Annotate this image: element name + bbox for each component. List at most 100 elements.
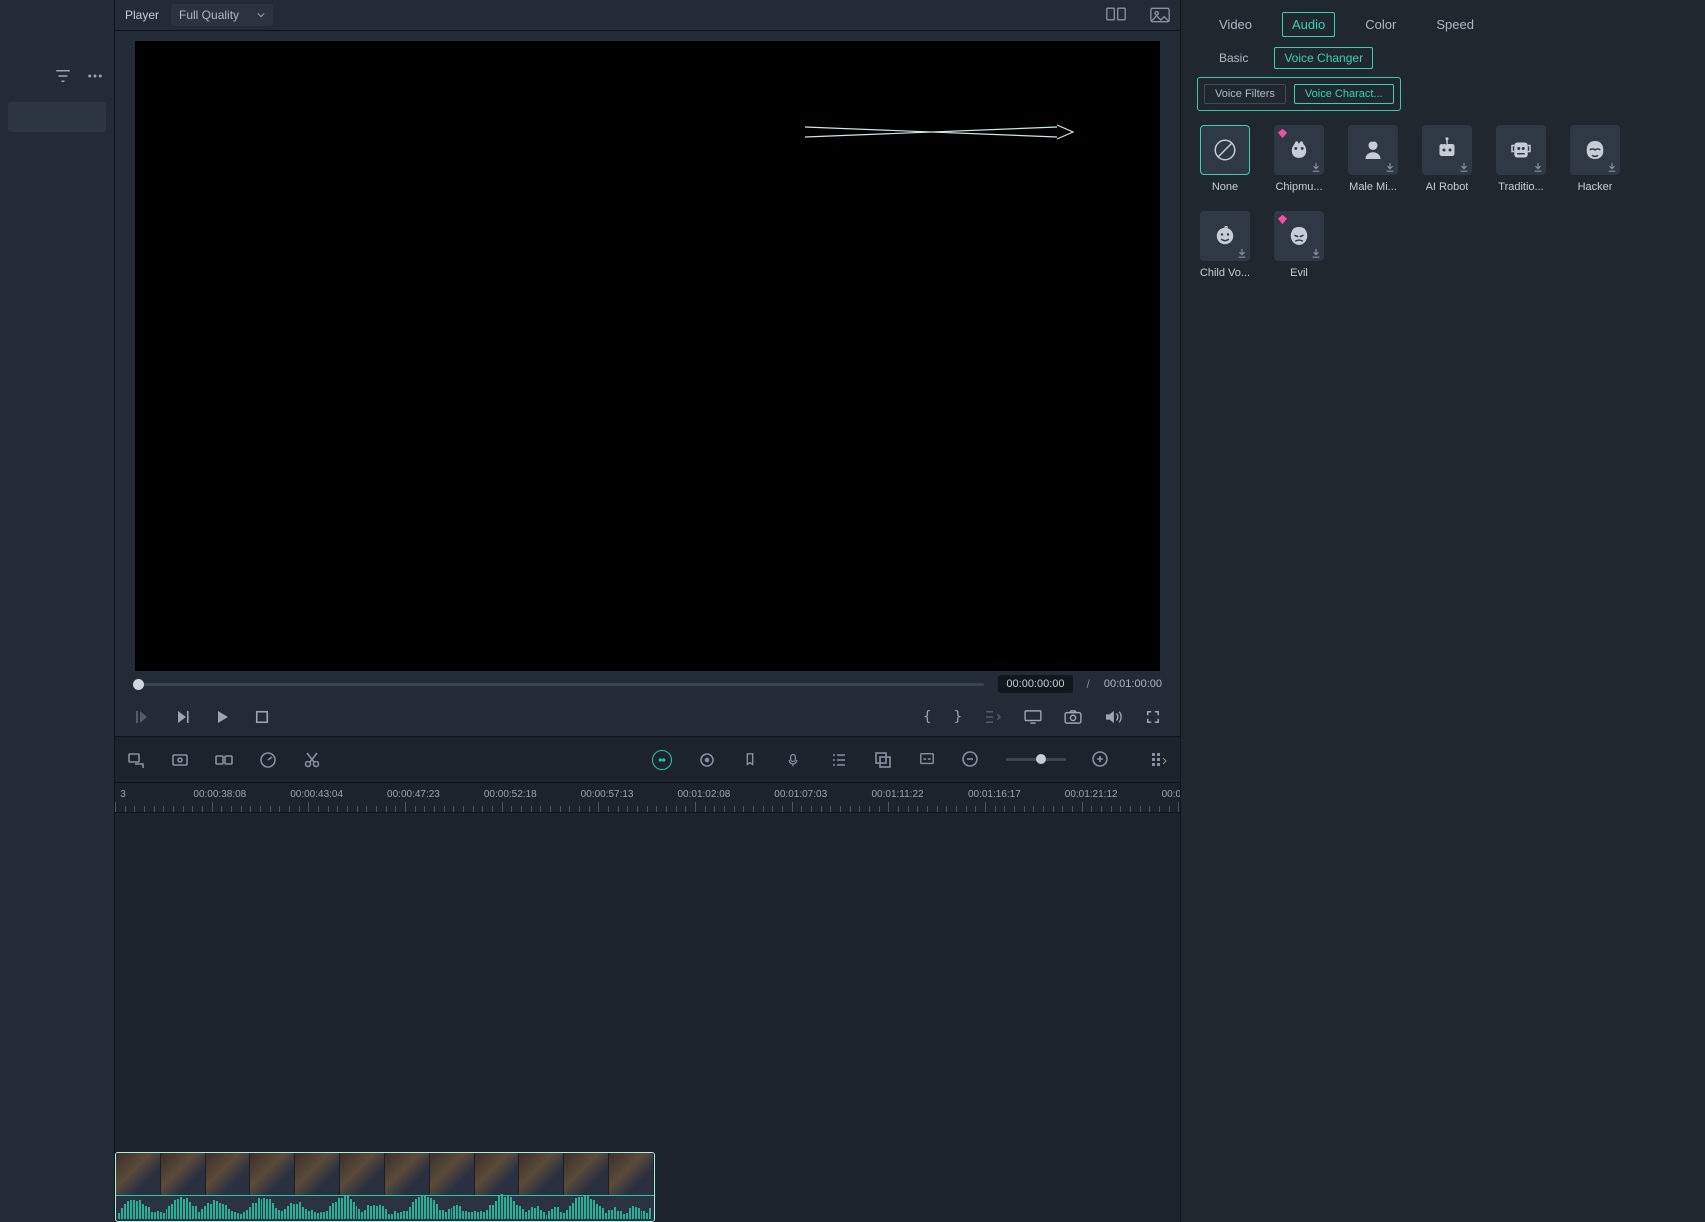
timeline-ruler[interactable]: 3 00:00:38:08 00:00:43:04 00:00:47:23 00:00:… [115, 783, 1180, 813]
preset-evil[interactable]: Evil [1271, 211, 1327, 279]
tool-marker-icon[interactable] [742, 751, 760, 769]
stop-button[interactable] [253, 708, 271, 726]
display-icon[interactable] [1024, 708, 1042, 726]
preset-male[interactable]: Male Mi... [1345, 125, 1401, 193]
compare-view-icon[interactable] [1106, 7, 1126, 23]
download-icon [1311, 162, 1321, 172]
preset-label: Child Vo... [1200, 267, 1250, 279]
tool-caption-icon[interactable] [918, 751, 936, 769]
play-button[interactable] [213, 708, 231, 726]
download-icon [1607, 162, 1617, 172]
picture-icon[interactable] [1150, 7, 1170, 23]
total-time: 00:01:00:00 [1104, 678, 1162, 690]
preset-hacker[interactable]: Hacker [1567, 125, 1623, 193]
quality-label: Full Quality [179, 8, 239, 22]
tool-overlay-icon[interactable] [874, 751, 892, 769]
preset-label: Evil [1290, 267, 1308, 279]
tool-link-icon[interactable] [215, 751, 233, 769]
player-title: Player [125, 8, 159, 22]
zoom-out-icon[interactable] [962, 751, 980, 769]
download-icon [1385, 162, 1395, 172]
snapshot-icon[interactable] [1064, 708, 1082, 726]
tab-video[interactable]: Video [1209, 12, 1262, 37]
inspector-tabs: Video Audio Color Speed [1189, 6, 1697, 47]
preset-chipmunk[interactable]: Chipmu... [1271, 125, 1327, 193]
ruler-label: 00:00:57:13 [581, 789, 634, 800]
media-item[interactable] [8, 102, 106, 132]
ruler-label: 3 [120, 789, 126, 800]
ruler-label: 00:01:02:08 [677, 789, 730, 800]
tab-audio[interactable]: Audio [1282, 12, 1335, 37]
mark-in-button[interactable]: { [923, 709, 931, 725]
markers-dropdown[interactable] [984, 708, 1002, 726]
subtab-voice-changer[interactable]: Voice Changer [1274, 47, 1373, 69]
step-button[interactable] [173, 708, 191, 726]
chevron-down-icon [257, 11, 265, 19]
current-time: 00:00:00:00 [998, 675, 1072, 693]
tool-select-icon[interactable] [127, 751, 145, 769]
time-separator: / [1087, 677, 1090, 691]
tab-color[interactable]: Color [1355, 12, 1406, 37]
download-icon [1533, 162, 1543, 172]
zoom-slider[interactable] [1006, 758, 1066, 761]
ruler-label: 00:01:26:08 [1162, 789, 1180, 800]
voice-preset-grid: None Chipmu... Male Mi... AI AI Robot Traditi… [1189, 125, 1697, 279]
timeline-tracks[interactable] [115, 813, 1180, 1222]
quality-dropdown[interactable]: Full Quality [171, 4, 273, 26]
preset-label: Traditio... [1498, 181, 1543, 193]
tool-auto-icon[interactable] [652, 750, 672, 770]
mark-out-button[interactable]: } [954, 709, 962, 725]
ruler-label: 00:01:11:22 [871, 789, 923, 800]
timeline-toolbar [115, 737, 1180, 783]
download-icon [1237, 248, 1247, 258]
download-icon [1311, 248, 1321, 258]
transport-bar: { } [115, 697, 1180, 737]
filter-icon[interactable] [54, 67, 72, 85]
premium-gem-icon [1277, 128, 1288, 139]
tool-crop-icon[interactable] [171, 751, 189, 769]
zoom-in-icon[interactable] [1092, 751, 1110, 769]
preset-label: Hacker [1578, 181, 1613, 193]
media-browser-panel [0, 0, 115, 1222]
inspector-subtabs: Basic Voice Changer [1189, 47, 1697, 77]
ruler-label: 00:00:38:08 [193, 789, 246, 800]
pill-voice-charact-[interactable]: Voice Charact... [1294, 84, 1394, 104]
video-clip[interactable] [115, 1152, 655, 1222]
ruler-label: 00:01:07:03 [774, 789, 827, 800]
svg-text:AI: AI [1443, 141, 1447, 146]
more-icon[interactable] [86, 67, 104, 85]
tool-list-icon[interactable] [830, 751, 848, 769]
track-options-icon[interactable] [1150, 751, 1168, 769]
player-header: Player Full Quality [115, 0, 1180, 31]
volume-icon[interactable] [1104, 708, 1122, 726]
preset-label: Male Mi... [1349, 181, 1397, 193]
premium-gem-icon [1277, 214, 1288, 225]
ruler-label: 00:00:52:18 [484, 789, 537, 800]
preset-none[interactable]: None [1197, 125, 1253, 193]
subtab-basic[interactable]: Basic [1209, 47, 1258, 69]
ruler-label: 00:01:21:12 [1065, 789, 1118, 800]
preset-robot[interactable]: AI AI Robot [1419, 125, 1475, 193]
preset-label: Chipmu... [1275, 181, 1322, 193]
tab-speed[interactable]: Speed [1426, 12, 1484, 37]
inspector-panel: VideoAudioColorSpeed BasicVoice Changer … [1180, 0, 1705, 1222]
download-icon [1459, 162, 1469, 172]
scrub-slider[interactable] [133, 683, 984, 686]
player-viewport[interactable] [135, 41, 1160, 671]
tool-cut-icon[interactable] [303, 751, 321, 769]
ruler-label: 00:00:43:04 [290, 789, 343, 800]
ruler-label: 00:00:47:23 [387, 789, 440, 800]
voice-mode-pills: Voice Filters Voice Charact... [1197, 77, 1401, 111]
tool-target-icon[interactable] [698, 751, 716, 769]
preset-label: AI Robot [1426, 181, 1469, 193]
ruler-label: 00:01:16:17 [968, 789, 1021, 800]
tool-mic-icon[interactable] [786, 751, 804, 769]
preset-child[interactable]: Child Vo... [1197, 211, 1253, 279]
scrub-row: 00:00:00:00 / 00:01:00:00 [115, 671, 1180, 697]
preset-label: None [1212, 181, 1238, 193]
prev-frame-button[interactable] [133, 708, 151, 726]
fullscreen-icon[interactable] [1144, 708, 1162, 726]
preset-trad[interactable]: Traditio... [1493, 125, 1549, 193]
tool-speed-icon[interactable] [259, 751, 277, 769]
pill-voice-filters[interactable]: Voice Filters [1204, 84, 1286, 104]
